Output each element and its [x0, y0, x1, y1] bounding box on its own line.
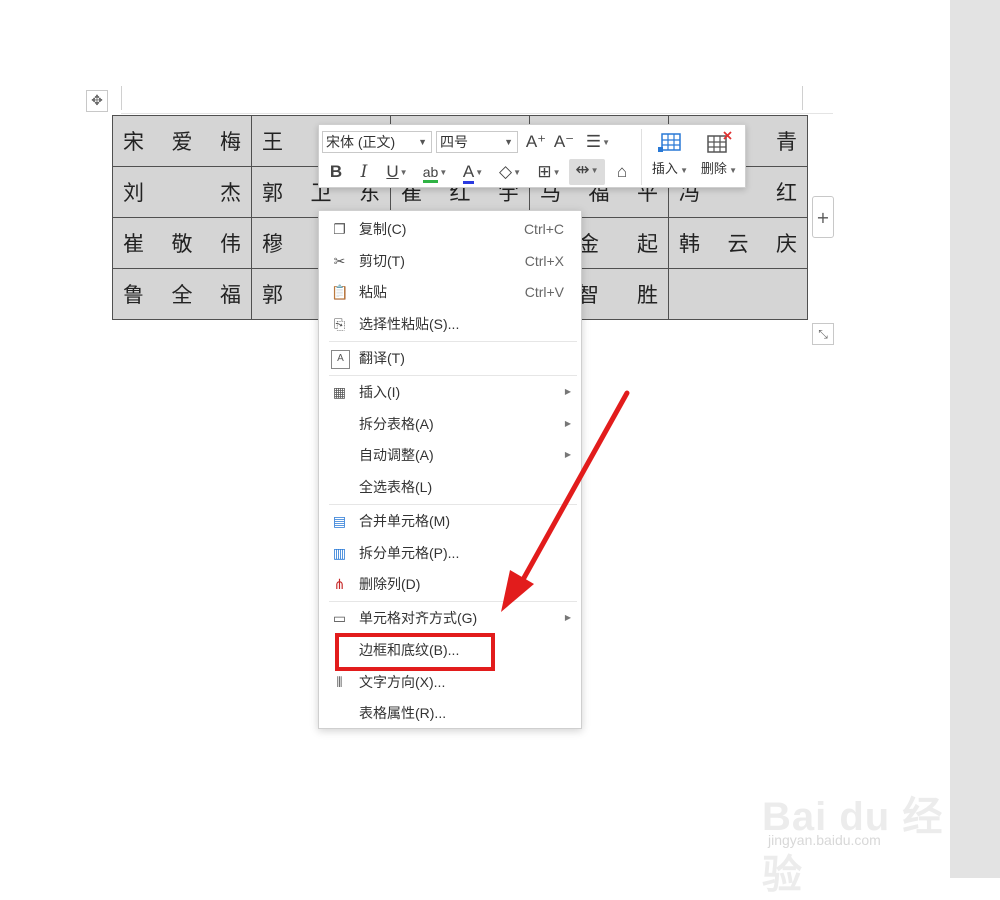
arrow-head: [501, 570, 534, 612]
watermark: Bai du 经验 jingyan.baidu.com: [762, 770, 947, 897]
annotation-arrow: [501, 390, 630, 612]
arrow-shaft: [517, 390, 630, 588]
watermark-url: jingyan.baidu.com: [768, 832, 881, 848]
